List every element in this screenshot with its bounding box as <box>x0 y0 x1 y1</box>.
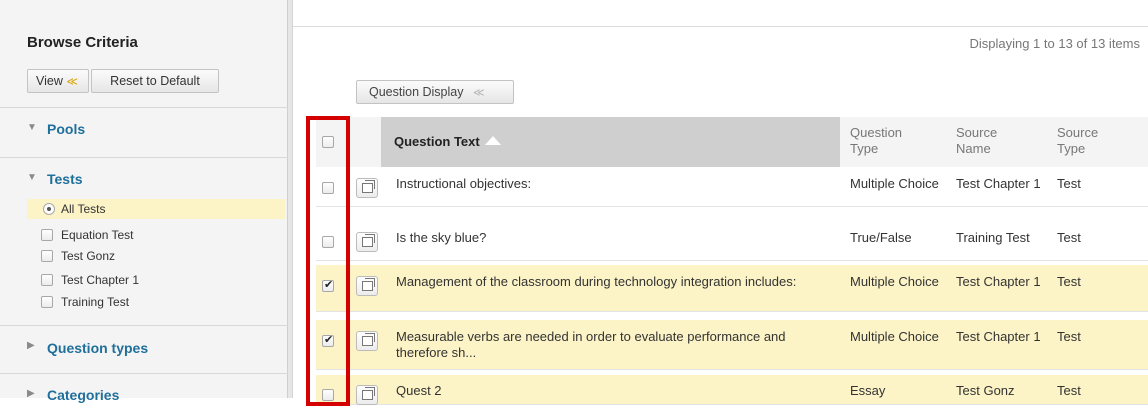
question-text-cell[interactable]: Measurable verbs are needed in order to … <box>396 329 826 361</box>
source-type-cell: Test <box>1057 274 1081 289</box>
tests-heading[interactable]: Tests <box>47 171 83 187</box>
question-type-cell: True/False <box>850 230 912 245</box>
sidebar-divider[interactable] <box>288 0 293 398</box>
test-option-all-tests[interactable]: All Tests <box>27 199 285 219</box>
browse-criteria-sidebar: Browse Criteria View ≪ Reset to Default … <box>0 0 288 403</box>
question-type-cell: Multiple Choice <box>850 329 939 344</box>
radio-selected-icon[interactable] <box>43 203 55 215</box>
question-type-cell: Multiple Choice <box>850 176 939 191</box>
pools-section: ▼ Pools <box>0 107 288 157</box>
source-type-cell: Test <box>1057 329 1081 344</box>
checkbox[interactable] <box>41 274 53 286</box>
top-bar <box>293 0 1148 27</box>
source-name-cell: Test Gonz <box>956 383 1015 398</box>
source-name-cell: Test Chapter 1 <box>956 329 1041 344</box>
categories-section: ▶ Categories <box>0 373 288 413</box>
question-text-cell[interactable]: Quest 2 <box>396 383 826 399</box>
table-row[interactable]: Instructional objectives: Multiple Choic… <box>316 167 1148 207</box>
question-types-section: ▶ Question types <box>0 325 288 373</box>
source-type-header[interactable]: Source Type <box>1057 125 1098 157</box>
chevron-down-icon: ≪ <box>472 87 485 99</box>
question-text-cell[interactable]: Instructional objectives: <box>396 176 826 192</box>
chevron-down-icon: ≪ <box>66 76 78 88</box>
checkbox[interactable] <box>41 296 53 308</box>
test-option-test-chapter-1[interactable]: Test Chapter 1 <box>27 270 285 290</box>
question-type-header[interactable]: Question Type <box>850 125 902 157</box>
preview-question-icon[interactable] <box>356 232 378 252</box>
browse-criteria-title: Browse Criteria <box>27 34 138 51</box>
checkbox[interactable] <box>41 229 53 241</box>
question-type-cell: Multiple Choice <box>850 274 939 289</box>
source-type-cell: Test <box>1057 230 1081 245</box>
source-name-cell: Training Test <box>956 230 1030 245</box>
test-option-label: Equation Test <box>61 228 134 242</box>
source-name-header[interactable]: Source Name <box>956 125 997 157</box>
test-option-test-gonz[interactable]: Test Gonz <box>27 246 285 266</box>
view-button-label: View <box>36 74 63 88</box>
annotation-highlight-box <box>306 116 350 406</box>
test-option-label: Test Gonz <box>61 249 116 263</box>
collapse-triangle-icon[interactable]: ▼ <box>27 172 37 183</box>
preview-question-icon[interactable] <box>356 178 378 198</box>
question-types-heading[interactable]: Question types <box>47 340 148 356</box>
preview-question-icon[interactable] <box>356 276 378 296</box>
source-name-cell: Test Chapter 1 <box>956 176 1041 191</box>
table-row[interactable]: Is the sky blue? True/False Training Tes… <box>316 221 1148 261</box>
categories-heading[interactable]: Categories <box>47 387 119 403</box>
question-text-header-label: Question Text <box>394 134 480 149</box>
test-option-label: Test Chapter 1 <box>61 273 140 287</box>
expand-triangle-icon[interactable]: ▶ <box>27 340 35 351</box>
test-option-label: Training Test <box>61 295 130 309</box>
question-text-header[interactable]: Question Text <box>394 134 501 149</box>
question-display-button[interactable]: Question Display ≪ <box>356 80 514 104</box>
table-row[interactable]: Management of the classroom during techn… <box>316 265 1148 312</box>
source-name-cell: Test Chapter 1 <box>956 274 1041 289</box>
view-button[interactable]: View ≪ <box>27 69 89 93</box>
reset-to-default-button[interactable]: Reset to Default <box>91 69 219 93</box>
pools-heading[interactable]: Pools <box>47 121 85 137</box>
sort-ascending-icon <box>484 136 501 145</box>
test-option-training-test[interactable]: Training Test <box>27 292 285 312</box>
source-type-cell: Test <box>1057 383 1081 398</box>
question-type-cell: Essay <box>850 383 886 398</box>
question-text-cell[interactable]: Is the sky blue? <box>396 230 826 246</box>
question-text-cell[interactable]: Management of the classroom during techn… <box>396 274 826 290</box>
question-display-label: Question Display <box>369 85 464 99</box>
table-row[interactable]: Measurable verbs are needed in order to … <box>316 320 1148 370</box>
test-option-equation-test[interactable]: Equation Test <box>27 225 285 245</box>
checkbox[interactable] <box>41 250 53 262</box>
table-row[interactable]: Quest 2 Essay Test Gonz Test <box>316 375 1148 405</box>
source-type-cell: Test <box>1057 176 1081 191</box>
preview-question-icon[interactable] <box>356 331 378 351</box>
collapse-triangle-icon[interactable]: ▼ <box>27 122 37 133</box>
expand-triangle-icon[interactable]: ▶ <box>27 388 35 399</box>
preview-question-icon[interactable] <box>356 385 378 405</box>
items-count-text: Displaying 1 to 13 of 13 items <box>969 36 1140 51</box>
test-option-label: All Tests <box>61 202 106 216</box>
